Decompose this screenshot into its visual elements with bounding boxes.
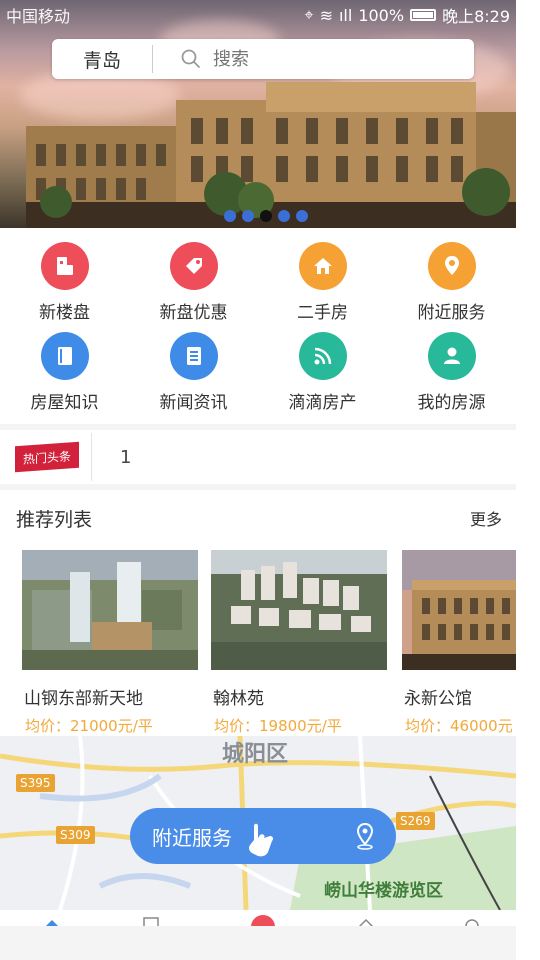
map-view[interactable]: 城阳区 S395 S309 S269 崂山华楼游览区 附近服务 <box>0 736 516 910</box>
building-icon <box>40 242 89 290</box>
property-photo <box>402 550 516 670</box>
search-bar: 青岛 <box>52 39 474 79</box>
search-input[interactable] <box>213 48 433 70</box>
property-price: 均价：21000元/平 <box>25 717 153 735</box>
recommend-carousel[interactable]: 山钢东部新天地 均价：21000元/平 翰林苑 均价：19800元/平 永新公馆… <box>0 546 516 736</box>
rss-icon <box>298 332 347 380</box>
list-tab-icon[interactable] <box>142 916 160 926</box>
clock: 晚上8:29 <box>442 7 510 26</box>
carrier-label: 中国移动 <box>6 7 71 26</box>
category-grid: 新楼盘 新盘优惠 二手房 附近服务 房屋知识 新闻资讯 滴滴房产 我的房源 <box>0 228 516 424</box>
bottom-tab-bar <box>0 910 516 926</box>
property-card[interactable]: 山钢东部新天地 均价：21000元/平 <box>22 550 198 736</box>
carousel-dot[interactable] <box>224 210 236 222</box>
home-tab-icon[interactable] <box>42 916 62 926</box>
carousel-dot[interactable] <box>296 210 308 222</box>
category-label: 滴滴房产 <box>288 393 357 413</box>
property-card[interactable]: 翰林苑 均价：19800元/平 <box>211 550 387 736</box>
property-name: 永新公馆 <box>404 689 472 709</box>
property-photo <box>22 550 198 670</box>
location-pin-icon <box>427 242 476 290</box>
profile-tab-icon[interactable] <box>462 916 482 926</box>
city-selector[interactable]: 青岛 <box>52 46 152 73</box>
carousel-dot[interactable] <box>242 210 254 222</box>
wifi-icon: ≋ <box>319 5 333 25</box>
carousel-dot[interactable] <box>278 210 290 222</box>
property-price: 均价：19800元/平 <box>214 717 342 735</box>
nearby-service-label: 附近服务 <box>152 825 232 850</box>
tag-icon <box>169 242 218 290</box>
road-shield: S309 <box>56 826 95 844</box>
property-price: 均价：46000元 <box>405 717 513 735</box>
road-shield: S395 <box>16 774 55 792</box>
category-label: 我的房源 <box>417 393 486 413</box>
recommend-header: 推荐列表 更多 <box>0 490 516 546</box>
book-icon <box>40 332 89 380</box>
hot-news-tag: 热门头条 <box>15 441 79 473</box>
category-news[interactable]: 新闻资讯 <box>129 332 258 422</box>
category-label: 新楼盘 <box>39 303 90 323</box>
discover-tab-icon[interactable] <box>356 916 376 926</box>
category-didi-realty[interactable]: 滴滴房产 <box>258 332 387 422</box>
signal-icon: ıll <box>338 5 353 25</box>
banner-carousel[interactable]: 中国移动 ⌖ ≋ ıll 100% 晚上8:29 青岛 <box>0 0 516 228</box>
more-link[interactable]: 更多 <box>470 506 502 530</box>
banner-building-image <box>26 82 516 228</box>
map-poi-label: 崂山华楼游览区 <box>324 881 443 901</box>
category-label: 二手房 <box>297 303 348 323</box>
tap-hand-icon <box>248 823 274 857</box>
category-nearby[interactable]: 附近服务 <box>387 242 516 332</box>
status-bar: 中国移动 ⌖ ≋ ıll 100% 晚上8:29 <box>0 0 516 30</box>
map-district-label: 城阳区 <box>222 742 289 767</box>
battery-icon <box>410 9 437 21</box>
property-name: 山钢东部新天地 <box>24 689 143 709</box>
recommend-title: 推荐列表 <box>16 508 93 531</box>
category-label: 新盘优惠 <box>159 303 228 323</box>
hot-news-bar[interactable]: 热门头条 1 <box>0 430 516 484</box>
category-new-deals[interactable]: 新盘优惠 <box>129 242 258 332</box>
search-divider <box>152 45 153 73</box>
news-icon <box>169 332 218 380</box>
property-photo <box>211 550 387 670</box>
category-label: 新闻资讯 <box>159 393 228 413</box>
location-status-icon: ⌖ <box>304 5 314 24</box>
house-icon <box>298 242 347 290</box>
location-pin-icon <box>356 822 374 850</box>
category-second-hand[interactable]: 二手房 <box>258 242 387 332</box>
nearby-service-button[interactable]: 附近服务 <box>130 808 396 864</box>
category-label: 房屋知识 <box>30 393 99 413</box>
hot-news-divider <box>91 433 92 481</box>
road-shield: S269 <box>396 812 435 830</box>
recommend-section: 推荐列表 更多 山钢东部新天地 均价：21000元/平 翰林苑 均价：19800… <box>0 490 516 736</box>
category-label: 附近服务 <box>417 303 486 323</box>
property-card[interactable]: 永新公馆 均价：46000元 <box>402 550 516 736</box>
battery-percent: 100% <box>358 5 405 25</box>
category-knowledge[interactable]: 房屋知识 <box>0 332 129 422</box>
category-my-listings[interactable]: 我的房源 <box>387 332 516 422</box>
center-tab-icon[interactable] <box>250 914 276 926</box>
app-screen: 中国移动 ⌖ ≋ ıll 100% 晚上8:29 青岛 搜索 新楼盘 新盘优惠 … <box>0 0 516 960</box>
carousel-dot-active[interactable] <box>260 210 272 222</box>
carousel-indicator <box>224 210 308 222</box>
category-new-buildings[interactable]: 新楼盘 <box>0 242 129 332</box>
property-name: 翰林苑 <box>213 689 264 709</box>
search-icon <box>181 49 201 69</box>
hot-news-text[interactable]: 1 <box>120 447 131 468</box>
user-icon <box>427 332 476 380</box>
